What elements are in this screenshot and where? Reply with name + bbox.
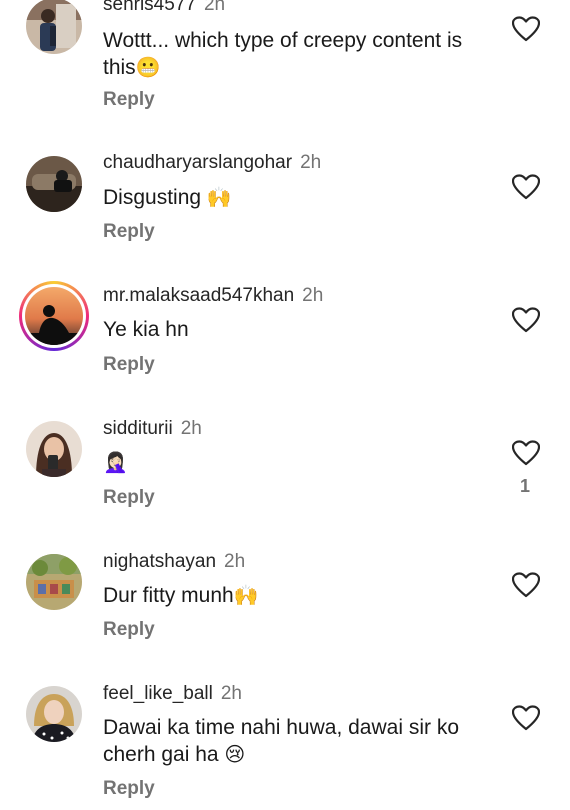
comment-time: 2h xyxy=(180,418,202,439)
avatar[interactable] xyxy=(26,0,82,54)
comment-body: Disgusting xyxy=(103,186,207,209)
comment-time: 2h xyxy=(220,683,242,704)
crying-face-emoji-icon: 😢 xyxy=(224,744,246,766)
comment-time: 2h xyxy=(203,0,226,15)
reply-button[interactable]: Reply xyxy=(103,89,155,111)
comment-time: 2h xyxy=(302,285,324,306)
avatar[interactable] xyxy=(26,686,82,742)
comment-username[interactable]: chaudharyarslangohar xyxy=(103,152,292,173)
comment-username[interactable]: sidditurii xyxy=(103,418,173,439)
heart-outline-icon[interactable] xyxy=(512,572,540,598)
comment-username[interactable]: feel_like_ball xyxy=(103,683,213,704)
comment-text: 🤦🏻‍♀️ xyxy=(103,449,488,476)
comment-body: Dur fitty munh xyxy=(103,584,234,607)
comment-header: sidditurii 2h xyxy=(103,418,202,440)
reply-button[interactable]: Reply xyxy=(103,778,155,800)
heart-outline-icon[interactable] xyxy=(512,307,540,333)
heart-outline-icon[interactable] xyxy=(512,174,540,200)
avatar-story-ring[interactable] xyxy=(19,281,89,351)
raising-hands-emoji-icon: 🙌 xyxy=(206,187,232,209)
reply-button[interactable]: Reply xyxy=(103,354,155,376)
comment-time: 2h xyxy=(224,551,246,572)
heart-outline-icon[interactable] xyxy=(512,16,540,42)
comment-header: mr.malaksaad547khan 2h xyxy=(103,285,323,307)
raising-hands-emoji-icon: 🙌 xyxy=(233,585,259,607)
grimace-emoji-icon: 😬 xyxy=(135,57,161,79)
reply-button[interactable]: Reply xyxy=(103,619,155,641)
comment-text: Dur fitty munh🙌 xyxy=(103,582,488,609)
comment-header: sehris4577 2h xyxy=(103,0,225,16)
comment-header: nighatshayan 2h xyxy=(103,551,245,573)
comment-body: Dawai ka time nahi huwa, dawai sir ko ch… xyxy=(103,716,459,766)
comment-text: Disgusting 🙌 xyxy=(103,184,488,211)
comment-time: 2h xyxy=(300,152,322,173)
avatar[interactable] xyxy=(26,554,82,610)
comment-text: Ye kia hn xyxy=(103,316,488,343)
avatar xyxy=(25,287,83,345)
avatar[interactable] xyxy=(26,421,82,477)
comment-body: Ye kia hn xyxy=(103,318,189,341)
reply-button[interactable]: Reply xyxy=(103,221,155,243)
heart-outline-icon[interactable] xyxy=(512,440,540,466)
avatar[interactable] xyxy=(26,156,82,212)
comment-username[interactable]: mr.malaksaad547khan xyxy=(103,285,294,306)
comment-username[interactable]: sehris4577 xyxy=(103,0,196,15)
heart-outline-icon[interactable] xyxy=(512,705,540,731)
comment-text: Dawai ka time nahi huwa, dawai sir ko ch… xyxy=(103,714,488,768)
comment-header: feel_like_ball 2h xyxy=(103,683,242,705)
comment-header: chaudharyarslangohar 2h xyxy=(103,152,321,174)
reply-button[interactable]: Reply xyxy=(103,487,155,509)
comment-text: Wottt... which type of creepy content is… xyxy=(103,27,488,81)
facepalm-emoji-icon: 🤦🏻‍♀️ xyxy=(103,452,128,474)
comment-username[interactable]: nighatshayan xyxy=(103,551,216,572)
like-count: 1 xyxy=(520,476,531,496)
